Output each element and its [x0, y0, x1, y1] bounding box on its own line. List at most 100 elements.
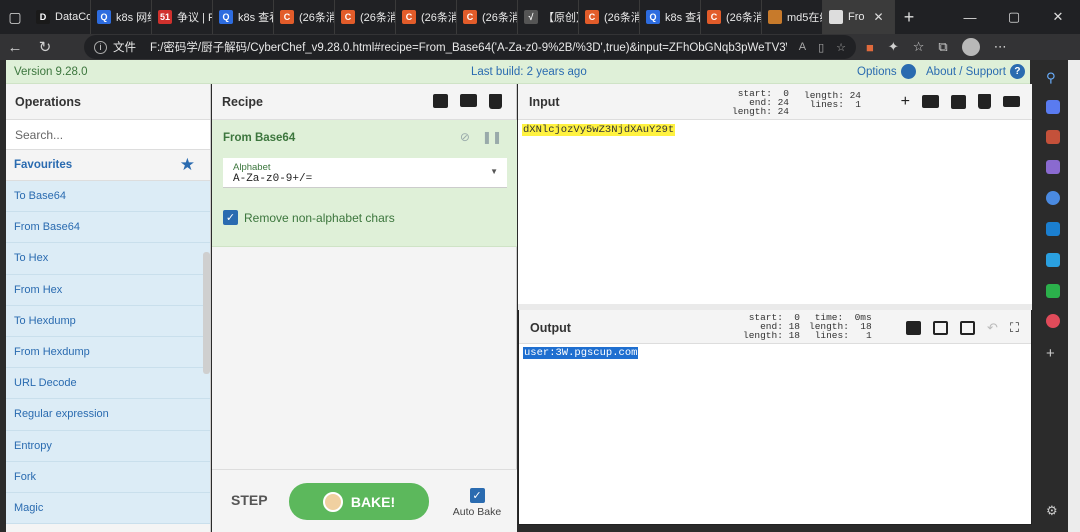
- browser-sidebar: ⚲ + ⚙: [1038, 60, 1068, 532]
- operation-item[interactable]: From Hex: [6, 274, 210, 306]
- operation-item[interactable]: Entropy: [6, 430, 210, 462]
- input-stats-length: length: 24 lines: 1: [804, 90, 862, 110]
- outlook-icon[interactable]: [1046, 222, 1060, 236]
- last-build-link[interactable]: Last build: 2 years ago: [471, 66, 587, 78]
- help-icon: ?: [1009, 64, 1025, 79]
- info-icon[interactable]: i: [94, 40, 107, 54]
- reload-icon[interactable]: ↻: [30, 38, 60, 56]
- about-link[interactable]: About / Support?: [926, 64, 1025, 79]
- clear-input-icon[interactable]: [978, 94, 991, 109]
- operation-item[interactable]: To Hex: [6, 243, 210, 275]
- operation-item[interactable]: Regular expression: [6, 399, 210, 431]
- browser-tab[interactable]: C (26条消: [457, 0, 518, 34]
- search-icon[interactable]: ⚲: [1046, 70, 1060, 85]
- operation-item[interactable]: To Base64: [6, 181, 210, 213]
- page-scrollbar[interactable]: [1068, 60, 1080, 532]
- about-label: About / Support: [926, 65, 1006, 78]
- send-icon[interactable]: [1046, 253, 1060, 267]
- tools-icon[interactable]: [1046, 130, 1060, 144]
- shopping-icon[interactable]: [1046, 100, 1060, 114]
- copilot-icon[interactable]: [1046, 191, 1060, 205]
- operation-item[interactable]: To Hexdump: [6, 305, 210, 337]
- copy-output-icon[interactable]: [932, 321, 948, 335]
- step-button[interactable]: STEP: [231, 492, 268, 508]
- operation-item[interactable]: URL Decode: [6, 368, 210, 400]
- tab-title: 【原创】: [543, 12, 578, 24]
- browser-tab[interactable]: Qk8s 查看: [640, 0, 701, 34]
- collections-icon[interactable]: ⧉: [938, 39, 947, 55]
- replace-input-icon[interactable]: [959, 321, 975, 335]
- new-tab-icon[interactable]: +: [895, 7, 923, 28]
- tab-title: 争议 | F: [177, 12, 213, 24]
- undo-icon[interactable]: ↶: [987, 320, 998, 336]
- read-aloud-icon[interactable]: A: [799, 41, 806, 53]
- load-recipe-icon[interactable]: [460, 94, 477, 107]
- favourites-category[interactable]: Favourites ★: [6, 150, 210, 181]
- more-menu-icon[interactable]: ⋯: [994, 39, 1007, 55]
- close-tab-icon[interactable]: ✕: [874, 10, 884, 24]
- save-recipe-icon[interactable]: [433, 94, 448, 108]
- settings-icon[interactable]: ⚙: [1046, 503, 1060, 518]
- url-text[interactable]: F:/密码学/厨子解码/CyberChef_v9.28.0.html#recip…: [150, 39, 787, 55]
- input-textarea[interactable]: dXNlcjozVy5wZ3NjdXAuY29t: [522, 124, 676, 136]
- browser-tab[interactable]: C (26条消: [701, 0, 762, 34]
- alphabet-select[interactable]: Alphabet A-Za-z0-9+/= ▼: [223, 158, 507, 188]
- bake-button[interactable]: BAKE!: [289, 483, 429, 520]
- browser-tab[interactable]: Qk8s 查看: [213, 0, 274, 34]
- browser-tab[interactable]: md5在线: [762, 0, 823, 34]
- star-icon: ★: [179, 155, 195, 174]
- extensions-puzzle-icon[interactable]: ✦: [888, 39, 899, 55]
- operations-scrollbar[interactable]: [203, 252, 210, 374]
- input-header: Input start: 0 end: 24 length: 24 length…: [518, 84, 1032, 120]
- maximize-output-icon[interactable]: ⛶: [1010, 320, 1019, 336]
- save-output-icon[interactable]: [905, 321, 921, 335]
- maximize-icon[interactable]: ▢: [992, 0, 1036, 34]
- clear-recipe-icon[interactable]: [489, 94, 502, 109]
- favorites-icon[interactable]: ☆: [913, 39, 925, 55]
- pause-icon[interactable]: ❚❚: [482, 130, 502, 144]
- back-icon[interactable]: ←: [0, 39, 30, 56]
- add-app-icon[interactable]: +: [1046, 345, 1060, 362]
- close-window-icon[interactable]: ✕: [1036, 0, 1080, 34]
- browser-tab[interactable]: C (26条消: [396, 0, 457, 34]
- operation-item[interactable]: Fork: [6, 461, 210, 493]
- browser-tab[interactable]: C (26条消: [335, 0, 396, 34]
- browser-tab[interactable]: C (26条消: [274, 0, 335, 34]
- operation-title: From Base64: [223, 132, 296, 144]
- favorite-star-icon[interactable]: ☆: [836, 41, 846, 54]
- remove-non-alphabet-checkbox[interactable]: ✓ Remove non-alphabet chars: [223, 210, 395, 225]
- open-folder-icon[interactable]: [951, 94, 966, 109]
- tab-favicon-icon: [829, 10, 843, 24]
- extension-icon[interactable]: ■: [866, 40, 874, 55]
- browser-tab[interactable]: Fro ✕: [823, 0, 895, 34]
- auto-bake-label: Auto Bake: [452, 506, 502, 518]
- output-textarea[interactable]: user:3W.pgscup.com: [523, 347, 639, 359]
- browser-tab[interactable]: Qk8s 网络: [91, 0, 152, 34]
- reset-layout-icon[interactable]: [1003, 96, 1020, 107]
- tab-title: k8s 查看: [665, 12, 700, 24]
- auto-bake-checkbox[interactable]: ✓ Auto Bake: [452, 488, 502, 518]
- profile-avatar[interactable]: [961, 38, 980, 56]
- browser-tab[interactable]: √ 【原创】: [518, 0, 579, 34]
- browser-tab[interactable]: C (26条消: [579, 0, 640, 34]
- output-text: user:3W.pgscup.com: [523, 347, 639, 359]
- add-tab-icon[interactable]: +: [901, 93, 910, 109]
- minimize-icon[interactable]: —: [948, 0, 992, 34]
- info-banner: Version 9.28.0 Last build: 2 years ago O…: [6, 60, 1030, 84]
- games-icon[interactable]: [1046, 160, 1060, 174]
- url-field[interactable]: i 文件 F:/密码学/厨子解码/CyberChef_v9.28.0.html#…: [84, 35, 856, 59]
- operations-search-input[interactable]: Search...: [6, 120, 210, 150]
- tab-actions-icon[interactable]: ▢: [0, 0, 30, 34]
- operation-item[interactable]: From Hexdump: [6, 336, 210, 369]
- options-link[interactable]: Options: [857, 64, 916, 79]
- open-file-icon[interactable]: [922, 95, 939, 108]
- browser-tab[interactable]: D DataCon: [30, 0, 91, 34]
- tree-icon[interactable]: [1046, 284, 1060, 298]
- browser-tab[interactable]: 51 争议 | F: [152, 0, 213, 34]
- app-icon[interactable]: [1046, 314, 1060, 328]
- version-text: Version 9.28.0: [14, 65, 88, 78]
- reader-icon[interactable]: ▯: [818, 41, 824, 54]
- operation-item[interactable]: From Base64: [6, 212, 210, 244]
- operation-item[interactable]: Magic: [6, 492, 210, 525]
- disable-icon[interactable]: ⊘: [460, 130, 470, 144]
